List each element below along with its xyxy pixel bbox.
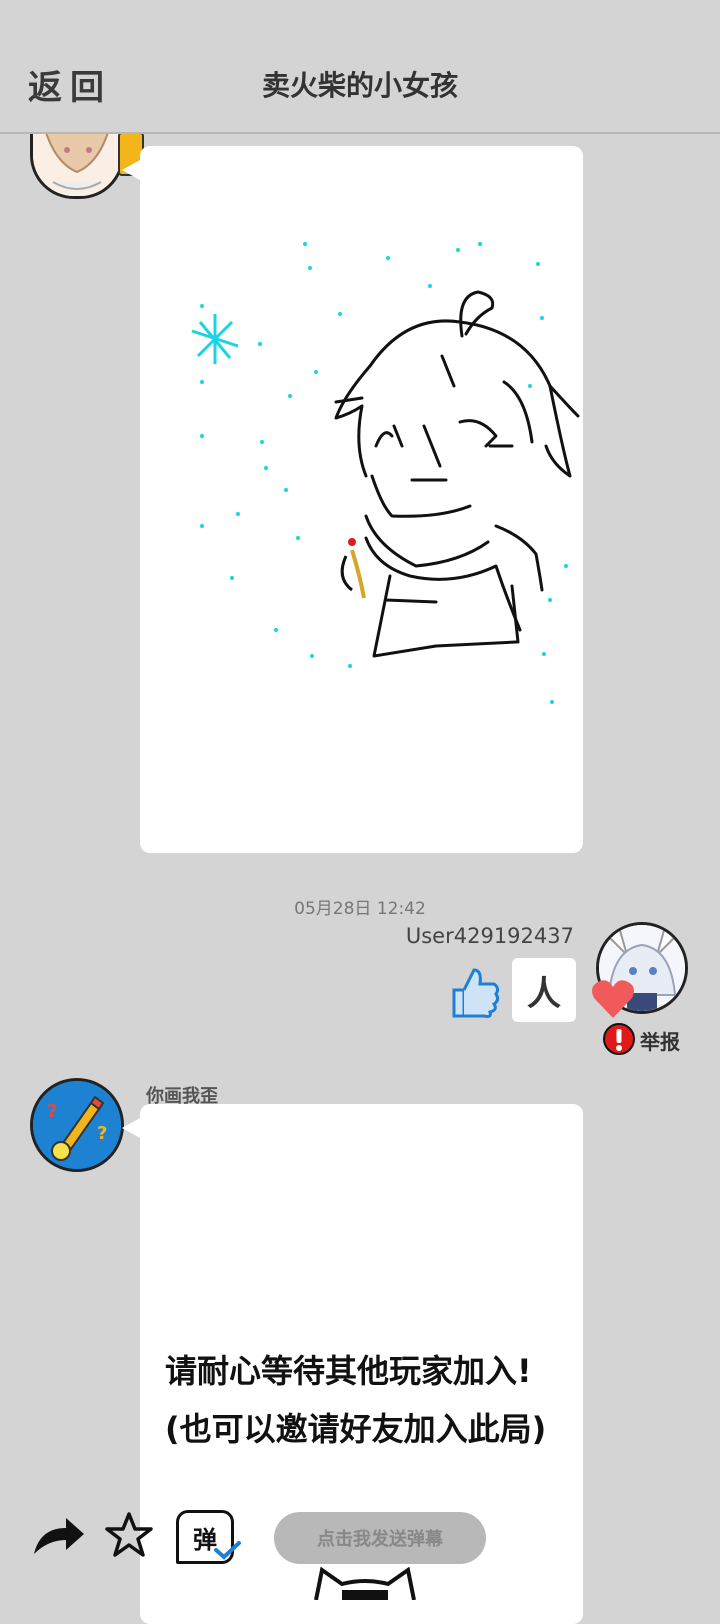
drawing-canvas <box>191 242 580 704</box>
bubble-tail <box>122 1118 140 1138</box>
svg-text:?: ? <box>47 1101 57 1122</box>
svg-text:?: ? <box>97 1123 107 1144</box>
page-title: 卖火柴的小女孩 <box>261 69 458 102</box>
match-icon <box>340 538 366 599</box>
guess-answer: 人 <box>512 958 576 1022</box>
timestamp: 05月28日 12:42 <box>294 899 426 919</box>
drawing-bubble <box>140 146 583 853</box>
system-avatar[interactable]: ? ? <box>30 1078 124 1172</box>
danmaku-input-button[interactable]: 点击我发送弹幕 <box>274 1512 486 1564</box>
bubble-tail <box>122 160 140 180</box>
snowflake-icon <box>191 314 239 364</box>
star-icon[interactable] <box>104 1510 154 1560</box>
thumbs-up-icon[interactable] <box>448 964 500 1020</box>
report-icon[interactable] <box>602 1022 636 1056</box>
cat-sticker-icon <box>314 1566 416 1600</box>
wait-line-1: 请耐心等待其他玩家加入! <box>165 1352 532 1390</box>
guess-username: User429192437 <box>405 924 574 948</box>
danmaku-check-icon <box>214 1541 241 1560</box>
heart-icon[interactable] <box>590 978 636 1020</box>
top-bar: 返回 卖火柴的小女孩 <box>0 0 720 134</box>
report-label[interactable]: 举报 <box>640 1026 680 1055</box>
system-message-text: 请耐心等待其他玩家加入! (也可以邀请好友加入此局) <box>165 1342 585 1458</box>
wait-line-2: (也可以邀请好友加入此局) <box>165 1410 547 1448</box>
share-icon[interactable] <box>30 1514 86 1558</box>
